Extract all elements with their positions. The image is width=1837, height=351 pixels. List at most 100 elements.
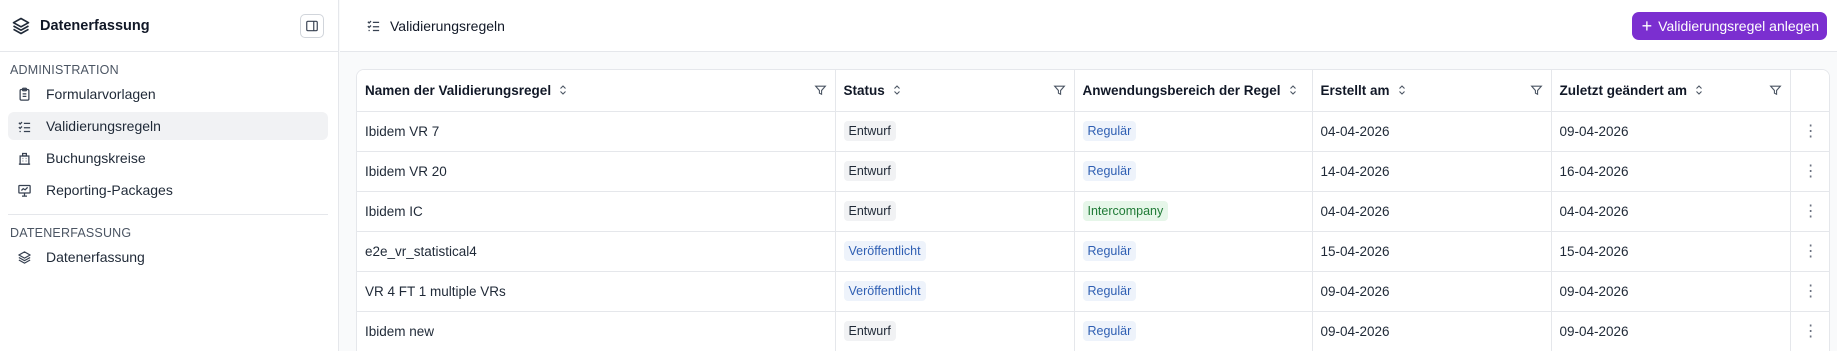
plus-icon: + — [1641, 15, 1653, 36]
cell-status: Veröffentlicht — [835, 231, 1075, 272]
cell-created: 04-04-2026 — [1312, 111, 1552, 152]
scope-badge: Regulär — [1082, 241, 1137, 261]
panel-left-icon — [306, 20, 318, 31]
section-label-datenerfassung: DATENERFASSUNG — [10, 226, 132, 240]
column-label: Namen der Validierungsregel — [365, 82, 552, 98]
scope-badge: Regulär — [1082, 281, 1137, 301]
table-row[interactable]: Ibidem IC Entwurf Intercompany 04-04-202… — [357, 191, 1829, 232]
cell-modified: 04-04-2026 — [1551, 191, 1791, 232]
cell-modified: 16-04-2026 — [1551, 151, 1791, 192]
row-menu-icon[interactable]: ⋮ — [1790, 311, 1829, 351]
add-button-label: Validierungsregel anlegen — [1658, 17, 1819, 34]
cell-status: Entwurf — [835, 311, 1075, 351]
cell-scope: Regulär — [1074, 231, 1313, 272]
column-header-scope[interactable]: Anwendungsbereich der Regel — [1074, 70, 1313, 112]
add-validation-rule-button[interactable]: + Validierungsregel anlegen — [1631, 11, 1827, 40]
sidebar-item-label: Formularvorlagen — [46, 86, 156, 102]
cell-created: 14-04-2026 — [1312, 151, 1552, 192]
sidebar-header: Datenerfassung — [0, 0, 338, 52]
layers-logo-icon — [10, 15, 32, 37]
sidebar: Datenerfassung ADMINISTRATION Formularvo… — [0, 0, 339, 351]
table-row[interactable]: VR 4 FT 1 multiple VRs Veröffentlicht Re… — [357, 271, 1829, 312]
app-title: Datenerfassung — [40, 17, 150, 34]
sidebar-item-label: Validierungsregeln — [46, 118, 161, 134]
column-header-created[interactable]: Erstellt am — [1312, 70, 1552, 112]
cell-name: Ibidem VR 20 — [357, 151, 836, 192]
cell-created: 15-04-2026 — [1312, 231, 1552, 272]
sort-icon[interactable] — [1396, 84, 1408, 96]
cell-name: Ibidem IC — [357, 191, 836, 232]
table-header-row: Namen der Validierungsregel Status Anwen… — [357, 70, 1829, 112]
cell-scope: Regulär — [1074, 111, 1313, 152]
status-badge: Veröffentlicht — [843, 281, 926, 301]
sort-icon[interactable] — [557, 84, 569, 96]
row-menu-icon[interactable]: ⋮ — [1790, 151, 1829, 192]
table-row[interactable]: Ibidem VR 7 Entwurf Regulär 04-04-2026 0… — [357, 111, 1829, 152]
sidebar-item-formularvorlagen[interactable]: Formularvorlagen — [8, 80, 328, 108]
scope-badge: Regulär — [1082, 161, 1137, 181]
row-menu-icon[interactable]: ⋮ — [1790, 191, 1829, 232]
cell-modified: 15-04-2026 — [1551, 231, 1791, 272]
filter-icon[interactable] — [1052, 84, 1066, 97]
breadcrumb: Validierungsregeln — [390, 17, 505, 34]
status-badge: Veröffentlicht — [843, 241, 926, 261]
sort-icon[interactable] — [1287, 84, 1299, 96]
column-label: Anwendungsbereich der Regel — [1082, 82, 1281, 98]
table-row[interactable]: e2e_vr_statistical4 Veröffentlicht Regul… — [357, 231, 1829, 272]
sidebar-item-label: Buchungskreise — [46, 150, 146, 166]
list-check-icon — [16, 118, 32, 134]
sort-icon[interactable] — [891, 84, 903, 96]
status-badge: Entwurf — [843, 321, 896, 341]
column-header-modified[interactable]: Zuletzt geändert am — [1551, 70, 1791, 112]
building-icon — [16, 150, 32, 166]
topbar: Validierungsregeln + Validierungsregel a… — [340, 0, 1837, 52]
list-check-icon — [366, 18, 382, 34]
cell-modified: 09-04-2026 — [1551, 311, 1791, 351]
sidebar-item-datenerfassung[interactable]: Datenerfassung — [8, 243, 328, 271]
column-header-name[interactable]: Namen der Validierungsregel — [357, 70, 836, 112]
cell-name: Ibidem VR 7 — [357, 111, 836, 152]
sidebar-toggle-button[interactable] — [300, 13, 324, 38]
sidebar-item-validierungsregeln[interactable]: Validierungsregeln — [8, 112, 328, 140]
column-header-actions — [1790, 70, 1829, 112]
cell-scope: Regulär — [1074, 151, 1313, 192]
cell-scope: Intercompany — [1074, 191, 1313, 232]
cell-created: 04-04-2026 — [1312, 191, 1552, 232]
row-menu-icon[interactable]: ⋮ — [1790, 231, 1829, 272]
table-row[interactable]: Ibidem new Entwurf Regulär 09-04-2026 09… — [357, 311, 1829, 351]
cell-status: Veröffentlicht — [835, 271, 1075, 312]
filter-icon[interactable] — [1529, 84, 1543, 97]
clipboard-icon — [16, 86, 32, 102]
sort-icon[interactable] — [1693, 84, 1705, 96]
row-menu-icon[interactable]: ⋮ — [1790, 111, 1829, 152]
column-label: Zuletzt geändert am — [1559, 82, 1688, 98]
cell-name: Ibidem new — [357, 311, 836, 351]
table-row[interactable]: Ibidem VR 20 Entwurf Regulär 14-04-2026 … — [357, 151, 1829, 192]
filter-icon[interactable] — [1768, 84, 1782, 97]
cell-status: Entwurf — [835, 191, 1075, 232]
sidebar-item-label: Reporting-Packages — [46, 182, 173, 198]
sidebar-item-label: Datenerfassung — [46, 249, 145, 265]
cell-scope: Regulär — [1074, 311, 1313, 351]
filter-icon[interactable] — [813, 84, 827, 97]
scope-badge: Regulär — [1082, 121, 1137, 141]
column-label: Erstellt am — [1320, 82, 1390, 98]
row-menu-icon[interactable]: ⋮ — [1790, 271, 1829, 312]
cell-name: e2e_vr_statistical4 — [357, 231, 836, 272]
sidebar-divider — [8, 214, 328, 215]
scope-badge: Regulär — [1082, 321, 1137, 341]
presentation-icon — [16, 182, 32, 198]
rules-table: Namen der Validierungsregel Status Anwen… — [356, 69, 1830, 351]
status-badge: Entwurf — [843, 121, 896, 141]
cell-modified: 09-04-2026 — [1551, 111, 1791, 152]
status-badge: Entwurf — [843, 201, 896, 221]
sidebar-item-reporting-packages[interactable]: Reporting-Packages — [8, 176, 328, 204]
cell-modified: 09-04-2026 — [1551, 271, 1791, 312]
cell-status: Entwurf — [835, 151, 1075, 192]
section-label-administration: ADMINISTRATION — [10, 63, 119, 77]
cell-created: 09-04-2026 — [1312, 311, 1552, 351]
sidebar-item-buchungskreise[interactable]: Buchungskreise — [8, 144, 328, 172]
column-header-status[interactable]: Status — [835, 70, 1075, 112]
column-label: Status — [843, 82, 885, 98]
cell-scope: Regulär — [1074, 271, 1313, 312]
